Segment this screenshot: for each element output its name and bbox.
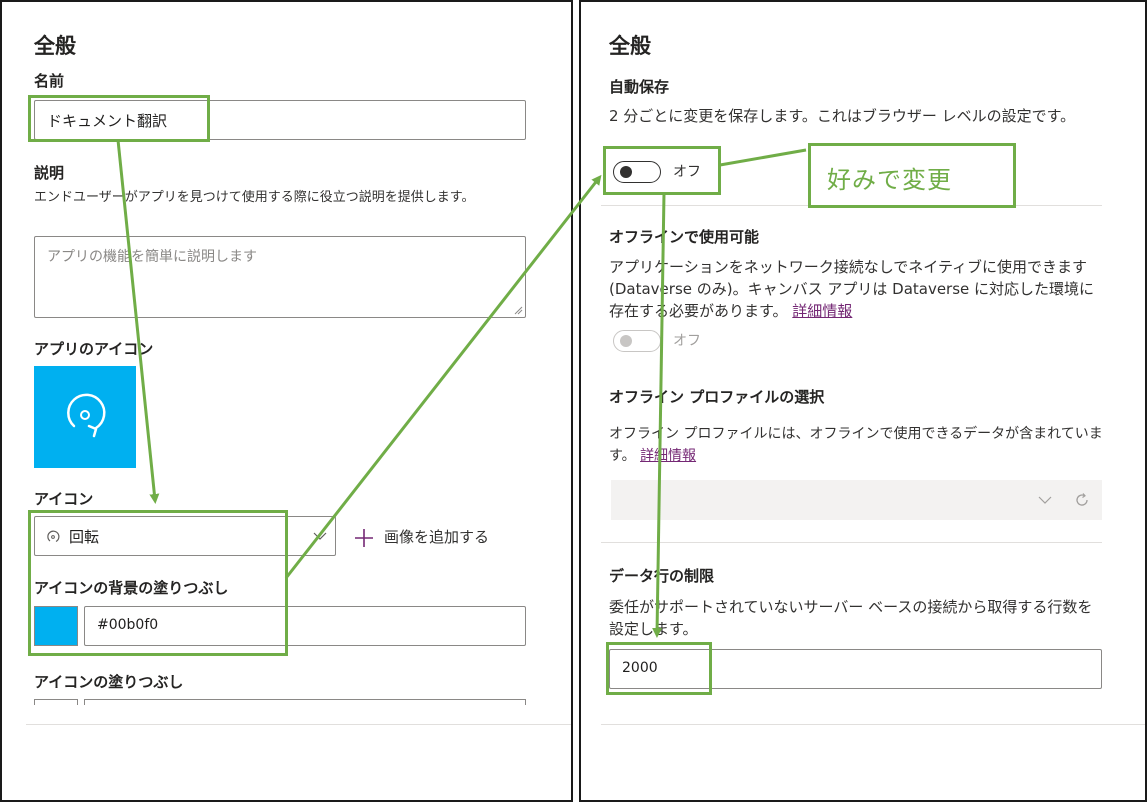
description-field[interactable]: アプリの機能を簡単に説明します xyxy=(34,236,526,318)
autosave-desc: 2 分ごとに変更を保存します。これはブラウザー レベルの設定です。 xyxy=(609,107,1076,125)
row-limit-label: データ行の制限 xyxy=(609,567,715,585)
add-image-label: 画像を追加する xyxy=(384,528,490,546)
highlight-name xyxy=(28,95,210,142)
offline-state: オフ xyxy=(673,333,701,349)
offline-profile-label: オフライン プロファイルの選択 xyxy=(609,388,825,406)
chevron-down-icon xyxy=(1038,496,1052,504)
offline-label: オフラインで使用可能 xyxy=(609,228,760,246)
refresh-icon[interactable] xyxy=(1074,492,1090,508)
plus-icon xyxy=(355,529,373,547)
section-title: 全般 xyxy=(34,34,76,58)
icon-fill-field[interactable] xyxy=(84,699,526,705)
resize-handle-icon[interactable] xyxy=(514,306,523,315)
toggle-knob xyxy=(620,335,632,347)
highlight-autosave xyxy=(603,146,721,195)
offline-learn-more-link[interactable]: 詳細情報 xyxy=(792,302,852,320)
section-title: 全般 xyxy=(609,34,651,58)
description-label: 説明 xyxy=(34,164,65,182)
name-label: 名前 xyxy=(34,72,65,90)
description-help: エンドユーザーがアプリを見つけて使用する際に役立つ説明を提供します。 xyxy=(34,190,475,205)
offline-toggle[interactable] xyxy=(613,330,661,352)
description-placeholder: アプリの機能を簡単に説明します xyxy=(47,249,257,265)
footer-divider xyxy=(601,724,1145,725)
icon-label: アイコン xyxy=(34,490,94,508)
highlight-row-limit xyxy=(606,642,712,695)
footer-divider xyxy=(26,724,571,725)
app-icon-preview xyxy=(34,366,136,468)
highlight-icon xyxy=(28,510,288,656)
offline-profile-dropdown[interactable] xyxy=(611,480,1102,520)
chevron-down-icon xyxy=(313,532,327,540)
offline-desc-block: アプリケーションをネットワーク接続なしでネイティブに使用できます (Datave… xyxy=(609,256,1104,322)
right-settings-panel: 全般 自動保存 2 分ごとに変更を保存します。これはブラウザー レベルの設定です… xyxy=(579,0,1147,802)
icon-fill-swatch[interactable] xyxy=(34,699,78,705)
divider xyxy=(601,542,1102,543)
autosave-label: 自動保存 xyxy=(609,78,670,96)
callout-text: 好みで変更 xyxy=(827,166,952,194)
offline-profile-desc-block: オフライン プロファイルには、オフラインで使用できるデータが含まれています。 詳… xyxy=(609,423,1104,467)
icon-fill-label: アイコンの塗りつぶし xyxy=(34,673,184,691)
row-limit-desc: 委任がサポートされていないサーバー ベースの接続から取得する行数を設定します。 xyxy=(609,598,1093,638)
offline-profile-learn-more-link[interactable]: 詳細情報 xyxy=(640,448,696,464)
rotate-icon xyxy=(67,393,106,438)
left-settings-panel: 全般 名前 ドキュメント翻訳 説明 エンドユーザーがアプリを見つけて使用する際に… xyxy=(0,0,573,802)
callout-box: 好みで変更 xyxy=(808,143,1016,208)
app-icon-label: アプリのアイコン xyxy=(34,340,154,358)
